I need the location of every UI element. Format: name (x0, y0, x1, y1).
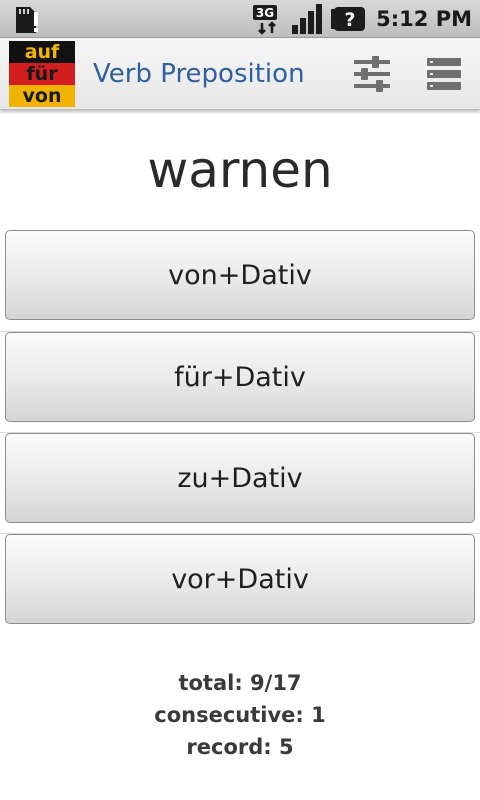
status-time: 5:12 PM (376, 7, 472, 31)
app-logo: auf für von (9, 41, 75, 107)
logo-line-fuer: für (9, 63, 75, 85)
answer-button-2[interactable]: für+Dativ (5, 332, 475, 422)
action-bar: auf für von Verb Preposition (0, 38, 480, 110)
battery-unknown-icon: ? (331, 7, 366, 31)
stat-consecutive: consecutive: 1 (154, 703, 326, 727)
network-type: 3G (256, 6, 274, 20)
answer-row: von+Dativ (0, 230, 480, 331)
menu-list-icon[interactable] (424, 54, 464, 94)
stat-total: total: 9/17 (178, 671, 302, 695)
status-bar: 3G ? 5:12 PM (0, 0, 480, 38)
app-title: Verb Preposition (93, 59, 305, 89)
answer-row: vor+Dativ (0, 533, 480, 634)
logo-line-von: von (9, 85, 75, 107)
settings-sliders-icon[interactable] (352, 54, 392, 94)
status-icons: 3G ? 5:12 PM (252, 0, 472, 38)
answer-list: von+Dativ für+Dativ zu+Dativ vor+Dativ (0, 230, 480, 634)
answer-button-4[interactable]: vor+Dativ (5, 534, 475, 624)
answer-row: für+Dativ (0, 331, 480, 432)
score-stats: total: 9/17 consecutive: 1 record: 5 (0, 667, 480, 763)
answer-row: zu+Dativ (0, 432, 480, 533)
stat-record: record: 5 (186, 735, 294, 759)
svg-text:?: ? (345, 9, 356, 31)
answer-button-3[interactable]: zu+Dativ (5, 433, 475, 523)
logo-line-auf: auf (9, 41, 75, 63)
answer-button-1[interactable]: von+Dativ (5, 230, 475, 320)
verb-prompt: warnen (147, 141, 333, 199)
3g-data-icon: 3G (253, 5, 278, 35)
signal-strength-icon (292, 4, 323, 34)
sd-card-warning-icon (16, 7, 38, 33)
